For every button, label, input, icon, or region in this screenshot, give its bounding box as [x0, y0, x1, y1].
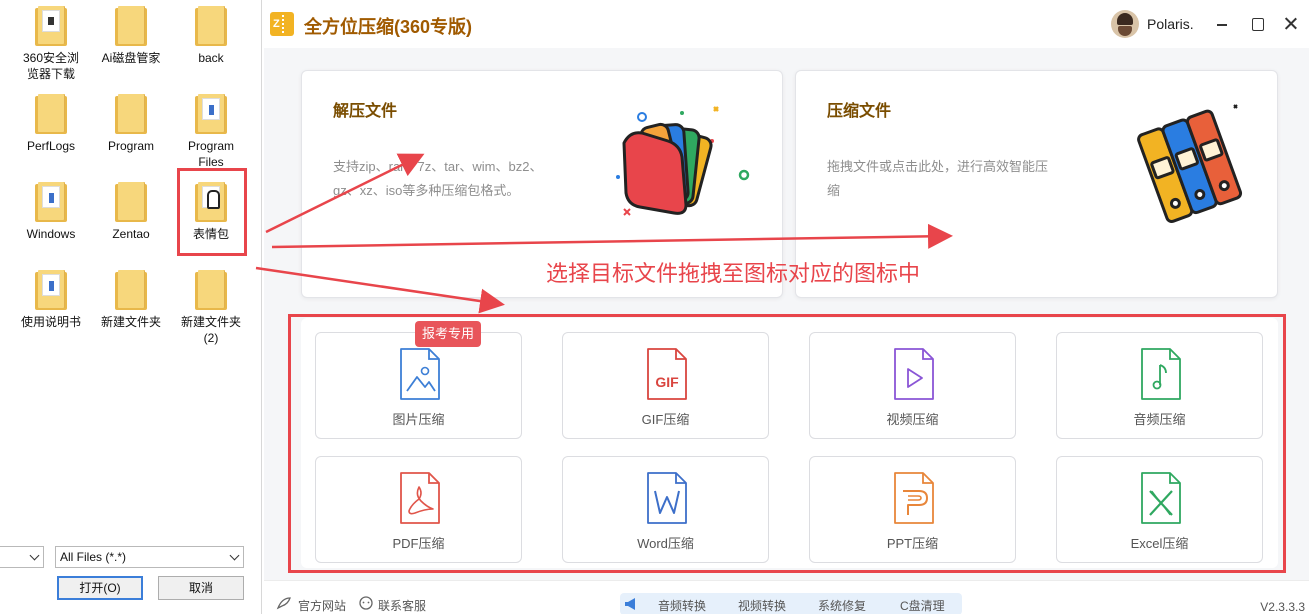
folder-new-folder-2[interactable]: 新建文件夹 (2) [168, 270, 254, 346]
folder-icon [115, 270, 147, 310]
file-label: Zentao [112, 227, 150, 241]
file-label: 新建文件夹 (2) [180, 315, 241, 345]
avatar[interactable] [1111, 10, 1139, 38]
file-label: Ai磁盘管家 [101, 51, 161, 65]
decompress-description: 支持zip、rar、7z、tar、wim、bz2、 gz、xz、iso等多种压缩… [333, 155, 542, 203]
folder-icon [195, 6, 227, 46]
file-label: 360安全浏览器下载 [22, 51, 80, 81]
decompress-desc-line1: 支持zip、rar、7z、tar、wim、bz2、 [333, 159, 543, 174]
folder-new-folder[interactable]: 新建文件夹 [88, 270, 174, 330]
annotation-text: 选择目标文件拖拽至图标对应的图标中 [546, 261, 921, 286]
tools-highlight-box [288, 314, 1286, 573]
decompress-desc-line2: gz、xz、iso等多种压缩包格式。 [333, 183, 520, 198]
folder-icon [195, 270, 227, 310]
file-label: Windows [26, 227, 76, 241]
maximize-icon[interactable] [1245, 12, 1269, 36]
file-label: PerfLogs [26, 139, 76, 153]
file-manual[interactable]: 使用说明书 [8, 270, 94, 330]
compress-description: 拖拽文件或点击此处，进行高效智能压 缩 [827, 155, 1048, 203]
close-icon[interactable] [1279, 12, 1303, 36]
compress-title: 压缩文件 [827, 103, 892, 120]
folder-ai-disk-manager[interactable]: Ai磁盘管家 [88, 6, 174, 66]
selection-highlight [177, 168, 247, 256]
official-website-link[interactable]: 官方网站 [298, 597, 346, 614]
file-label: back [198, 51, 224, 65]
version-label: V2.3.3.3 [1260, 600, 1305, 614]
shortcut-system-repair[interactable]: 系统修复 [818, 597, 866, 614]
open-button[interactable]: 打开(O) [57, 576, 143, 600]
file-dialog: 360安全浏览器下载 Ai磁盘管家 back PerfLogs Program … [0, 0, 262, 614]
shortcut-video-convert[interactable]: 视频转换 [738, 597, 786, 614]
folder-program-files[interactable]: Program Files [168, 94, 254, 170]
file-label: 使用说明书 [20, 315, 81, 329]
file-label: Program Files [187, 139, 234, 169]
username[interactable]: Polaris. [1147, 16, 1194, 32]
shortcut-bar: 音频转换 视频转换 系统修复 C盘清理 [620, 593, 962, 614]
minimize-icon[interactable] [1210, 12, 1234, 36]
folder-icon [35, 182, 67, 222]
shortcut-audio-convert[interactable]: 音频转换 [658, 597, 706, 614]
folder-360-browser-downloads[interactable]: 360安全浏览器下载 [8, 6, 94, 82]
app-logo-icon: Z [270, 12, 294, 36]
folder-perflogs[interactable]: PerfLogs [8, 94, 94, 154]
compress-desc-line1: 拖拽文件或点击此处，进行高效智能压 [827, 159, 1049, 174]
status-bar: 官方网站 联系客服 音频转换 视频转换 系统修复 C盘清理 V2.3.3.3 [264, 580, 1309, 614]
cancel-button[interactable]: 取消 [158, 576, 244, 600]
file-label: 新建文件夹 [100, 315, 161, 329]
folder-icon [195, 94, 227, 134]
shortcut-c-drive-clean[interactable]: C盘清理 [900, 597, 945, 614]
folder-back[interactable]: back [168, 6, 254, 66]
chevron-down-icon [229, 550, 240, 561]
title-bar: Z 全方位压缩(360专版) Polaris. [264, 0, 1309, 48]
folder-program[interactable]: Program [88, 94, 174, 154]
filename-input[interactable] [0, 546, 44, 568]
binders-icon [1137, 104, 1243, 223]
folder-icon [35, 270, 67, 310]
decompress-title: 解压文件 [333, 103, 398, 120]
folder-icon [35, 6, 67, 46]
folder-icon [35, 94, 67, 134]
folder-icon [115, 6, 147, 46]
folder-zentao[interactable]: Zentao [88, 182, 174, 242]
folder-windows[interactable]: Windows [8, 182, 94, 242]
folder-icon [115, 94, 147, 134]
filetype-value: All Files (*.*) [60, 550, 127, 564]
folder-icon [115, 182, 147, 222]
folder-fan-icon [616, 106, 750, 216]
file-label: Program [107, 139, 154, 153]
chevron-down-icon [29, 550, 40, 561]
megaphone-icon [625, 598, 635, 610]
headset-icon [359, 596, 373, 610]
contact-support-link[interactable]: 联系客服 [378, 597, 426, 614]
compress-desc-line2: 缩 [827, 183, 841, 198]
website-icon [276, 597, 291, 610]
app-title: 全方位压缩(360专版) [304, 17, 473, 37]
filetype-select[interactable]: All Files (*.*) [55, 546, 244, 568]
